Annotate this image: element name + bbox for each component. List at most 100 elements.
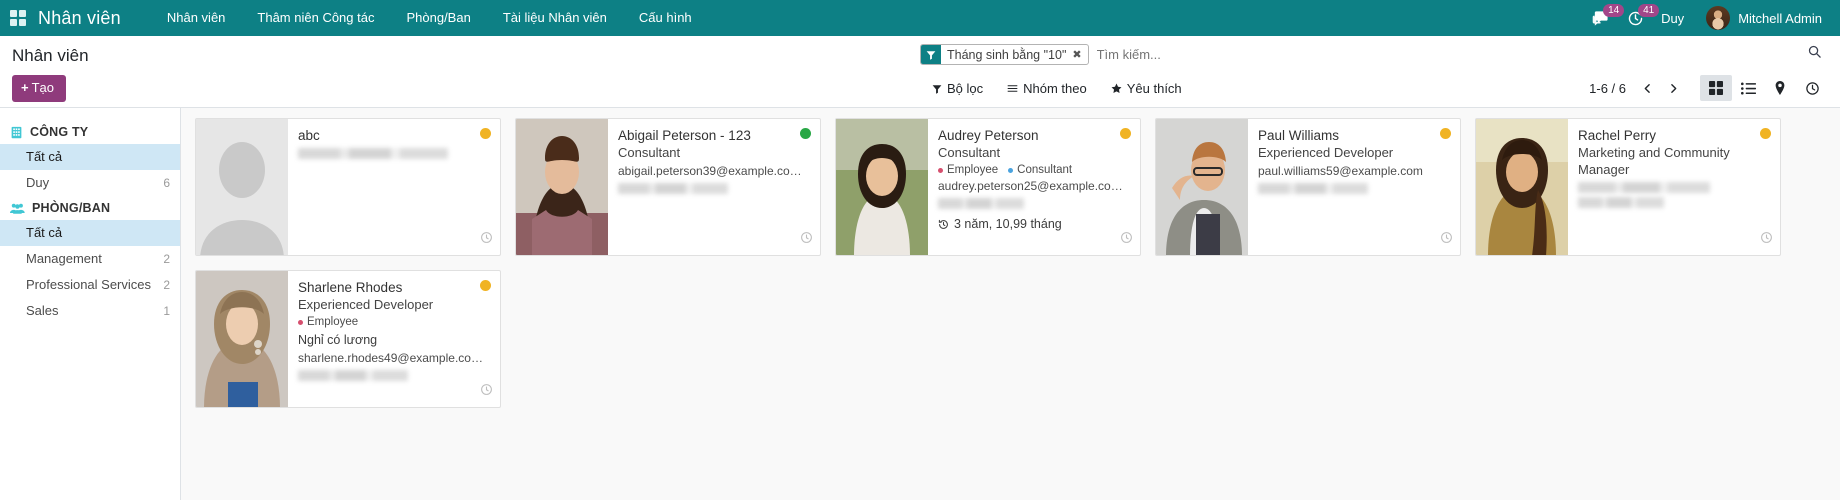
view-button-map[interactable]: [1764, 75, 1796, 101]
status-badge[interactable]: [800, 128, 811, 139]
tag-dot: [1008, 167, 1014, 173]
search-input[interactable]: [1094, 44, 1335, 65]
create-button[interactable]: + Tạo: [12, 75, 66, 102]
employee-name: Audrey Peterson: [938, 128, 1039, 143]
status-badge[interactable]: [1440, 128, 1451, 139]
chevron-right-icon: [1670, 83, 1676, 93]
user-menu[interactable]: Mitchell Admin: [1692, 0, 1826, 36]
kanban-card[interactable]: Rachel Perry Marketing and Community Man…: [1475, 118, 1781, 256]
create-button-label: Tạo: [31, 80, 54, 95]
activity-clock-icon: [1805, 81, 1819, 95]
redacted-field: [1258, 183, 1368, 194]
messages-button[interactable]: 14: [1583, 0, 1625, 36]
favorites-menu-label: Yêu thích: [1126, 81, 1182, 96]
kanban-card-body: Abigail Peterson - 123 Consultant abigai…: [608, 119, 820, 255]
status-badge[interactable]: [480, 280, 491, 291]
people-icon: [10, 202, 25, 215]
main-menu: Nhân viên Thâm niên Công tác Phòng/Ban T…: [151, 0, 708, 36]
apps-grid-icon[interactable]: [0, 0, 36, 36]
kanban-card[interactable]: Abigail Peterson - 123 Consultant abigai…: [515, 118, 821, 256]
view-button-activity[interactable]: [1796, 75, 1828, 101]
employee-photo-placeholder: [196, 119, 288, 255]
sidebar-item-count: 2: [163, 278, 170, 292]
search-dropdown-menus: Bộ lọc Nhóm theo Yêu thích: [920, 78, 1194, 99]
employee-photo: [1476, 119, 1568, 255]
employee-name: Paul Williams: [1258, 128, 1340, 143]
clock-icon[interactable]: [1440, 231, 1453, 249]
sidebar-item-department-sales[interactable]: Sales 1: [0, 298, 180, 324]
filters-menu[interactable]: Bộ lọc: [920, 78, 995, 99]
search-input-wrapper[interactable]: Tháng sinh bằng "10" ✖: [920, 43, 1797, 66]
tag-label: Employee: [307, 316, 359, 328]
employee-job-title: Experienced Developer: [298, 297, 434, 312]
search-facet-birth-month[interactable]: Tháng sinh bằng "10" ✖: [920, 44, 1089, 65]
status-badge[interactable]: [1760, 128, 1771, 139]
kanban-card-body: Paul Williams Experienced Developer paul…: [1248, 119, 1460, 255]
status-badge[interactable]: [480, 128, 491, 139]
employee-seniority: 3 năm, 10,99 tháng: [938, 217, 1130, 231]
kanban-card-body: Audrey Peterson Consultant Employee Cons…: [928, 119, 1140, 255]
pager-next-button[interactable]: [1660, 76, 1686, 100]
company-switcher[interactable]: Duy: [1653, 11, 1692, 26]
clock-icon[interactable]: [800, 231, 813, 249]
tag-employee: Employee: [298, 316, 358, 328]
tag-consultant: Consultant: [1008, 164, 1072, 176]
redacted-field: [938, 198, 1024, 209]
sidebar-item-company-duy[interactable]: Duy 6: [0, 170, 180, 196]
app-brand-title[interactable]: Nhân viên: [38, 8, 121, 29]
employee-job-title: Experienced Developer: [1258, 145, 1394, 160]
employee-name: Rachel Perry: [1578, 128, 1657, 143]
status-badge[interactable]: [1120, 128, 1131, 139]
sidebar-section-company-label: CÔNG TY: [30, 125, 89, 139]
menu-item-configuration[interactable]: Cấu hình: [623, 0, 708, 36]
tag-label: Consultant: [1017, 164, 1073, 176]
facet-remove-icon[interactable]: ✖: [1070, 45, 1087, 64]
clock-icon[interactable]: [480, 231, 493, 249]
employee-name: Abigail Peterson - 123: [618, 128, 751, 143]
user-name-label: Mitchell Admin: [1738, 10, 1822, 26]
list-view-icon: [1740, 82, 1756, 94]
kanban-card[interactable]: Sharlene Rhodes Experienced Developer Em…: [195, 270, 501, 408]
menu-item-documents[interactable]: Tài liệu Nhân viên: [487, 0, 623, 36]
employee-tags: Employee Consultant: [938, 164, 1130, 176]
groupby-menu-label: Nhóm theo: [1023, 81, 1087, 96]
sidebar-item-department-management[interactable]: Management 2: [0, 246, 180, 272]
menu-item-employees[interactable]: Nhân viên: [151, 0, 242, 36]
kanban-card[interactable]: Audrey Peterson Consultant Employee Cons…: [835, 118, 1141, 256]
sidebar-item-label: Professional Services: [26, 277, 151, 292]
employee-email: abigail.peterson39@example.co…: [618, 164, 802, 178]
control-panel-bottom-row: + Tạo Bộ lọc Nhóm theo Yêu thích 1-6 / 6: [0, 74, 1840, 108]
sidebar-item-department-professional-services[interactable]: Professional Services 2: [0, 272, 180, 298]
search-icon[interactable]: [1797, 43, 1826, 64]
kanban-card[interactable]: Paul Williams Experienced Developer paul…: [1155, 118, 1461, 256]
menu-item-seniority[interactable]: Thâm niên Công tác: [241, 0, 390, 36]
employee-leave-status: Nghỉ có lương: [298, 333, 378, 347]
chevron-left-icon: [1644, 83, 1650, 93]
plus-icon: +: [21, 80, 29, 95]
clock-icon[interactable]: [1760, 231, 1773, 249]
activities-button[interactable]: 41: [1618, 0, 1660, 36]
sidebar-item-label: Duy: [26, 175, 50, 190]
redacted-field: [298, 148, 448, 159]
list-icon: [1007, 85, 1018, 92]
sidebar-item-label: Tất cả: [26, 149, 63, 164]
view-button-list[interactable]: [1732, 75, 1764, 101]
groupby-menu[interactable]: Nhóm theo: [995, 78, 1099, 99]
sidebar: CÔNG TY Tất cả Duy 6 PHÒNG/BAN Tất cả Ma…: [0, 108, 181, 500]
view-switcher: [1700, 75, 1828, 101]
avatar: [1706, 6, 1731, 30]
view-button-kanban[interactable]: [1700, 75, 1732, 101]
clock-icon[interactable]: [480, 383, 493, 401]
sidebar-item-company-all[interactable]: Tất cả: [0, 144, 180, 170]
favorites-menu[interactable]: Yêu thích: [1099, 78, 1194, 99]
kanban-card[interactable]: abc: [195, 118, 501, 256]
pager-count: 1-6 / 6: [1589, 80, 1626, 96]
clock-icon[interactable]: [1120, 231, 1133, 249]
sidebar-item-count: 6: [163, 176, 170, 190]
filters-menu-label: Bộ lọc: [947, 81, 984, 96]
menu-item-departments[interactable]: Phòng/Ban: [390, 0, 486, 36]
pager-previous-button[interactable]: [1634, 76, 1660, 100]
sidebar-item-department-all[interactable]: Tất cả: [0, 220, 180, 246]
kanban-grid: abc Abigail Peterson - 123 Consultant ab…: [195, 118, 1840, 422]
app-body: CÔNG TY Tất cả Duy 6 PHÒNG/BAN Tất cả Ma…: [0, 108, 1840, 500]
